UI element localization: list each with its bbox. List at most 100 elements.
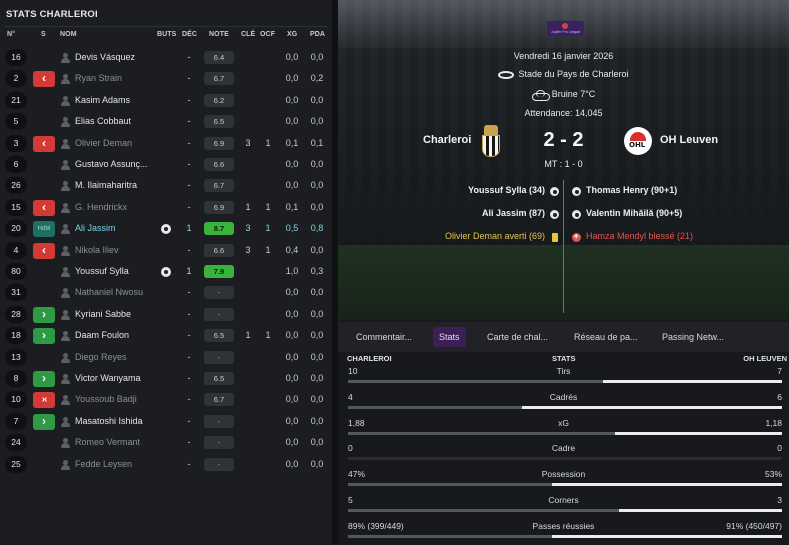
player-name[interactable]: Diego Reyes bbox=[75, 347, 165, 368]
stat-row: 89% (399/449) Passes réussies 91% (450/497… bbox=[338, 519, 789, 545]
player-rating: 6.2 bbox=[204, 93, 234, 107]
player-xg: 0,0 bbox=[285, 116, 299, 127]
player-row[interactable]: 26 M. Ilaimaharitra - 6.7 0,0 0,0 bbox=[0, 175, 332, 196]
player-name[interactable]: Ali Jassim bbox=[75, 218, 165, 239]
player-name[interactable]: Fedde Leysen bbox=[75, 454, 165, 475]
stat-label: Possession bbox=[541, 469, 586, 480]
tab-stats[interactable]: Stats bbox=[433, 327, 466, 347]
match-venue: Stade du Pays de Charleroi bbox=[338, 69, 789, 79]
stat-label: Tirs bbox=[556, 366, 571, 376]
player-pda: 0,0 bbox=[310, 351, 324, 362]
person-icon bbox=[61, 331, 70, 342]
header-key-passes[interactable]: CLÉ bbox=[241, 31, 255, 45]
header-ocf[interactable]: OCF bbox=[260, 31, 275, 45]
player-row[interactable]: 13 Diego Reyes - - 0,0 0,0 bbox=[0, 347, 332, 368]
player-row[interactable]: 4 ‹ Nikola Iliev - 6.6 3 1 0,4 0,0 bbox=[0, 240, 332, 261]
player-pda: 0,1 bbox=[310, 137, 324, 148]
player-rating: 6.5 bbox=[204, 329, 234, 343]
player-row[interactable]: 28 › Kyriani Sabbe - - 0,0 0,0 bbox=[0, 304, 332, 325]
player-name[interactable]: M. Ilaimaharitra bbox=[75, 175, 165, 196]
match-date: Vendredi 16 janvier 2026 bbox=[513, 51, 614, 61]
away-team-name[interactable]: OH Leuven bbox=[660, 134, 718, 146]
player-row[interactable]: 5 Elias Cobbaut - 6.5 0,0 0,0 bbox=[0, 111, 332, 132]
away-team-crest-icon[interactable]: OHL bbox=[623, 125, 653, 159]
stat-row: 5 Corners 3 bbox=[338, 493, 789, 519]
player-row[interactable]: 80Youssuf Sylla1-7.91,00,3 bbox=[0, 261, 332, 282]
player-rating: 6.7 bbox=[204, 179, 234, 193]
away-event-injury[interactable]: Hamza Mendyl blessé (21) bbox=[586, 231, 693, 241]
substitution-out-icon: ‹ bbox=[33, 199, 55, 216]
header-number[interactable]: N° bbox=[7, 31, 15, 45]
player-row[interactable]: 8 › Victor Wanyama - 6.5 0,0 0,0 bbox=[0, 368, 332, 389]
player-name[interactable]: Daam Foulon bbox=[75, 325, 165, 346]
player-number: 10 bbox=[5, 391, 27, 409]
player-name[interactable]: Ryan Strain bbox=[75, 68, 165, 89]
player-row[interactable]: 24 Romeo Vermant - - 0,0 0,0 bbox=[0, 432, 332, 453]
player-name[interactable]: Youssuf Sylla bbox=[75, 261, 165, 282]
player-name[interactable]: Victor Wanyama bbox=[75, 368, 165, 389]
injury-icon bbox=[572, 231, 581, 242]
player-row[interactable]: 2 ‹ Ryan Strain - 6.7 0,0 0,2 bbox=[0, 68, 332, 89]
away-crest-text: OHL bbox=[629, 141, 646, 149]
player-name[interactable]: Kasim Adams bbox=[75, 90, 165, 111]
player-name[interactable]: Elias Cobbaut bbox=[75, 111, 165, 132]
header-xg[interactable]: XG bbox=[287, 31, 297, 45]
player-name[interactable]: Devis Vásquez bbox=[75, 47, 165, 68]
player-name[interactable]: Nikola Iliev bbox=[75, 240, 165, 261]
player-row[interactable]: 16 Devis Vásquez - 6.4 0,0 0,0 bbox=[0, 47, 332, 68]
player-row[interactable]: 15 ‹ G. Hendrickx - 6.9 1 1 0,1 0,0 bbox=[0, 197, 332, 218]
player-name[interactable]: Youssoub Badji bbox=[75, 389, 165, 410]
header-substitution[interactable]: S bbox=[41, 31, 46, 45]
player-name[interactable]: Gustavo Assunç... bbox=[75, 154, 165, 175]
player-dec: - bbox=[187, 137, 191, 148]
person-icon bbox=[61, 416, 70, 427]
player-name[interactable]: Nathaniel Nwosu bbox=[75, 282, 165, 303]
tab-shot-map[interactable]: Carte de chal... bbox=[481, 327, 554, 347]
header-goals[interactable]: BUTS bbox=[157, 31, 176, 45]
player-number: 31 bbox=[5, 284, 27, 302]
player-row[interactable]: 25 Fedde Leysen - - 0,0 0,0 bbox=[0, 454, 332, 475]
stat-label: Corners bbox=[548, 495, 579, 505]
player-row[interactable]: 7 › Masatoshi Ishida - - 0,0 0,0 bbox=[0, 411, 332, 432]
player-row[interactable]: 6 Gustavo Assunç... - 6.6 0,0 0,0 bbox=[0, 154, 332, 175]
player-row[interactable]: 20HdMAli Jassim1-8.7310,50,8 bbox=[0, 218, 332, 239]
header-dec[interactable]: DÉC bbox=[182, 31, 197, 45]
home-event-yellow[interactable]: Olivier Deman averti (69) bbox=[445, 231, 545, 241]
player-dec: - bbox=[187, 373, 191, 383]
player-rating: - bbox=[204, 307, 234, 321]
stat-away-value: 7 bbox=[777, 366, 782, 376]
player-name[interactable]: G. Hendrickx bbox=[75, 197, 165, 218]
player-row[interactable]: 21 Kasim Adams - 6.2 0,0 0,0 bbox=[0, 90, 332, 111]
player-row[interactable]: 18 › Daam Foulon - 6.5 1 1 0,0 0,0 bbox=[0, 325, 332, 346]
away-event-goal[interactable]: Valentin Mihăilă (90+5) bbox=[586, 208, 682, 218]
player-name[interactable]: Olivier Deman bbox=[75, 133, 165, 154]
player-xg: 0,0 bbox=[285, 330, 299, 341]
player-ocf: 1 bbox=[265, 137, 271, 148]
home-event-goal[interactable]: Youssuf Sylla (34) bbox=[468, 185, 545, 195]
player-pda: 0,0 bbox=[310, 458, 324, 469]
stat-home-bar bbox=[348, 380, 603, 383]
player-row[interactable]: 3 ‹ Olivier Deman - 6.9 3 1 0,1 0,1 bbox=[0, 133, 332, 154]
player-name[interactable]: Kyriani Sabbe bbox=[75, 304, 165, 325]
tab-passing-network[interactable]: Passing Netw... bbox=[656, 327, 730, 347]
player-dec: - bbox=[187, 394, 191, 405]
player-row[interactable]: 31 Nathaniel Nwosu - - 0,0 0,0 bbox=[0, 282, 332, 303]
player-number: 7 bbox=[5, 412, 27, 430]
player-dec: - bbox=[187, 415, 191, 426]
home-event-goal[interactable]: Ali Jassim (87) bbox=[482, 208, 545, 218]
person-icon bbox=[61, 395, 70, 406]
header-pda[interactable]: PDA bbox=[310, 31, 325, 45]
header-rating[interactable]: NOTE bbox=[209, 31, 229, 45]
player-name[interactable]: Masatoshi Ishida bbox=[75, 411, 165, 432]
header-name[interactable]: NOM bbox=[60, 31, 77, 45]
stat-row: 10 Tirs 7 bbox=[338, 364, 789, 390]
player-row[interactable]: 10 ›‹ Youssoub Badji - 6.7 0,0 0,0 bbox=[0, 389, 332, 410]
substitution-out-icon: ‹ bbox=[33, 242, 55, 259]
tab-commentary[interactable]: Commentair... bbox=[350, 327, 418, 347]
player-rating: 6.6 bbox=[204, 158, 234, 171]
player-rating: 6.5 bbox=[204, 372, 234, 385]
player-name[interactable]: Romeo Vermant bbox=[75, 432, 165, 453]
away-event-goal[interactable]: Thomas Henry (90+1) bbox=[586, 185, 677, 195]
tab-pass-network[interactable]: Réseau de pa... bbox=[568, 327, 644, 347]
stadium-icon bbox=[498, 70, 515, 79]
